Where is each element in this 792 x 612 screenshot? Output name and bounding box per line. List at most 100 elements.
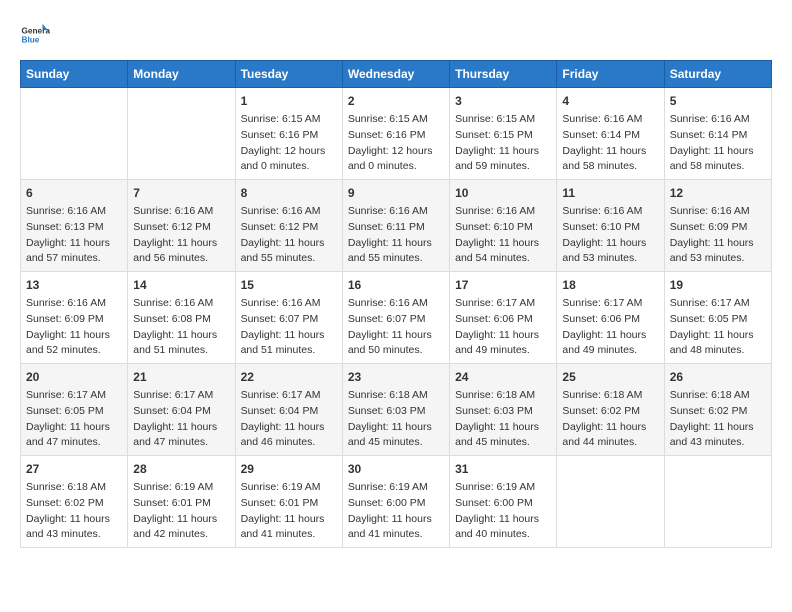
- calendar-cell: 7Sunrise: 6:16 AMSunset: 6:12 PMDaylight…: [128, 180, 235, 272]
- day-number: 9: [348, 184, 444, 202]
- calendar-cell: 18Sunrise: 6:17 AMSunset: 6:06 PMDayligh…: [557, 272, 664, 364]
- calendar-cell: 26Sunrise: 6:18 AMSunset: 6:02 PMDayligh…: [664, 364, 771, 456]
- day-number: 25: [562, 368, 658, 386]
- daylight: Daylight: 11 hours and 43 minutes.: [26, 513, 110, 541]
- calendar-table: SundayMondayTuesdayWednesdayThursdayFrid…: [20, 60, 772, 548]
- sunset: Sunset: 6:05 PM: [670, 313, 748, 325]
- calendar-cell: 1Sunrise: 6:15 AMSunset: 6:16 PMDaylight…: [235, 88, 342, 180]
- day-number: 16: [348, 276, 444, 294]
- sunrise: Sunrise: 6:16 AM: [26, 297, 106, 309]
- sunrise: Sunrise: 6:16 AM: [241, 297, 321, 309]
- sunrise: Sunrise: 6:17 AM: [562, 297, 642, 309]
- daylight: Daylight: 11 hours and 45 minutes.: [455, 421, 539, 449]
- calendar-cell: 25Sunrise: 6:18 AMSunset: 6:02 PMDayligh…: [557, 364, 664, 456]
- sunset: Sunset: 6:03 PM: [348, 405, 426, 417]
- calendar-cell: 31Sunrise: 6:19 AMSunset: 6:00 PMDayligh…: [450, 456, 557, 548]
- svg-text:Blue: Blue: [22, 36, 40, 45]
- calendar-header: SundayMondayTuesdayWednesdayThursdayFrid…: [21, 61, 772, 88]
- sunset: Sunset: 6:10 PM: [455, 221, 533, 233]
- weekday-header: Saturday: [664, 61, 771, 88]
- sunset: Sunset: 6:06 PM: [562, 313, 640, 325]
- calendar-week-row: 13Sunrise: 6:16 AMSunset: 6:09 PMDayligh…: [21, 272, 772, 364]
- calendar-cell: 29Sunrise: 6:19 AMSunset: 6:01 PMDayligh…: [235, 456, 342, 548]
- sunset: Sunset: 6:06 PM: [455, 313, 533, 325]
- day-number: 19: [670, 276, 766, 294]
- daylight: Daylight: 11 hours and 55 minutes.: [348, 237, 432, 265]
- daylight: Daylight: 12 hours and 0 minutes.: [348, 145, 433, 173]
- day-number: 4: [562, 92, 658, 110]
- day-number: 10: [455, 184, 551, 202]
- daylight: Daylight: 11 hours and 55 minutes.: [241, 237, 325, 265]
- day-number: 7: [133, 184, 229, 202]
- daylight: Daylight: 11 hours and 54 minutes.: [455, 237, 539, 265]
- sunset: Sunset: 6:05 PM: [26, 405, 104, 417]
- sunrise: Sunrise: 6:15 AM: [455, 113, 535, 125]
- calendar-cell: [664, 456, 771, 548]
- calendar-cell: 30Sunrise: 6:19 AMSunset: 6:00 PMDayligh…: [342, 456, 449, 548]
- calendar-cell: 17Sunrise: 6:17 AMSunset: 6:06 PMDayligh…: [450, 272, 557, 364]
- day-number: 17: [455, 276, 551, 294]
- calendar-cell: 24Sunrise: 6:18 AMSunset: 6:03 PMDayligh…: [450, 364, 557, 456]
- calendar-cell: 13Sunrise: 6:16 AMSunset: 6:09 PMDayligh…: [21, 272, 128, 364]
- sunrise: Sunrise: 6:15 AM: [348, 113, 428, 125]
- daylight: Daylight: 12 hours and 0 minutes.: [241, 145, 326, 173]
- sunrise: Sunrise: 6:16 AM: [348, 205, 428, 217]
- calendar-cell: 21Sunrise: 6:17 AMSunset: 6:04 PMDayligh…: [128, 364, 235, 456]
- sunset: Sunset: 6:00 PM: [455, 497, 533, 509]
- day-number: 24: [455, 368, 551, 386]
- sunset: Sunset: 6:09 PM: [670, 221, 748, 233]
- sunrise: Sunrise: 6:19 AM: [348, 481, 428, 493]
- day-number: 27: [26, 460, 122, 478]
- daylight: Daylight: 11 hours and 59 minutes.: [455, 145, 539, 173]
- day-number: 23: [348, 368, 444, 386]
- daylight: Daylight: 11 hours and 50 minutes.: [348, 329, 432, 357]
- sunset: Sunset: 6:11 PM: [348, 221, 425, 233]
- sunrise: Sunrise: 6:18 AM: [562, 389, 642, 401]
- daylight: Daylight: 11 hours and 41 minutes.: [348, 513, 432, 541]
- weekday-header: Tuesday: [235, 61, 342, 88]
- calendar-cell: 5Sunrise: 6:16 AMSunset: 6:14 PMDaylight…: [664, 88, 771, 180]
- calendar-cell: 12Sunrise: 6:16 AMSunset: 6:09 PMDayligh…: [664, 180, 771, 272]
- sunrise: Sunrise: 6:17 AM: [241, 389, 321, 401]
- weekday-header: Thursday: [450, 61, 557, 88]
- calendar-cell: 10Sunrise: 6:16 AMSunset: 6:10 PMDayligh…: [450, 180, 557, 272]
- sunrise: Sunrise: 6:16 AM: [26, 205, 106, 217]
- daylight: Daylight: 11 hours and 47 minutes.: [133, 421, 217, 449]
- calendar-week-row: 27Sunrise: 6:18 AMSunset: 6:02 PMDayligh…: [21, 456, 772, 548]
- sunrise: Sunrise: 6:16 AM: [562, 205, 642, 217]
- sunset: Sunset: 6:15 PM: [455, 129, 533, 141]
- sunrise: Sunrise: 6:16 AM: [348, 297, 428, 309]
- sunrise: Sunrise: 6:16 AM: [133, 297, 213, 309]
- daylight: Daylight: 11 hours and 57 minutes.: [26, 237, 110, 265]
- weekday-header: Friday: [557, 61, 664, 88]
- daylight: Daylight: 11 hours and 53 minutes.: [562, 237, 646, 265]
- calendar-cell: 3Sunrise: 6:15 AMSunset: 6:15 PMDaylight…: [450, 88, 557, 180]
- day-number: 26: [670, 368, 766, 386]
- calendar-cell: 4Sunrise: 6:16 AMSunset: 6:14 PMDaylight…: [557, 88, 664, 180]
- sunrise: Sunrise: 6:17 AM: [455, 297, 535, 309]
- day-number: 30: [348, 460, 444, 478]
- sunset: Sunset: 6:02 PM: [26, 497, 104, 509]
- calendar-cell: 9 Sunrise: 6:16 AM Sunset: 6:11 PM Daylight…: [342, 180, 449, 272]
- day-number: 6: [26, 184, 122, 202]
- daylight: Daylight: 11 hours and 51 minutes.: [241, 329, 325, 357]
- sunset: Sunset: 6:02 PM: [562, 405, 640, 417]
- day-number: 29: [241, 460, 337, 478]
- day-number: 8: [241, 184, 337, 202]
- calendar-week-row: 20 Sunrise: 6:17 AM Sunset: 6:05 PM Dayligh…: [21, 364, 772, 456]
- calendar-week-row: 1Sunrise: 6:15 AMSunset: 6:16 PMDaylight…: [21, 88, 772, 180]
- daylight: Daylight: 11 hours and 47 minutes.: [26, 421, 110, 449]
- weekday-header: Monday: [128, 61, 235, 88]
- day-number: 1: [241, 92, 337, 110]
- logo-icon: General Blue: [20, 20, 50, 50]
- daylight: Daylight: 11 hours and 45 minutes.: [348, 421, 432, 449]
- sunset: Sunset: 6:01 PM: [133, 497, 211, 509]
- daylight: Daylight: 11 hours and 41 minutes.: [241, 513, 325, 541]
- sunrise: Sunrise: 6:16 AM: [670, 205, 750, 217]
- day-number: 20: [26, 368, 122, 386]
- calendar-cell: 15Sunrise: 6:16 AMSunset: 6:07 PMDayligh…: [235, 272, 342, 364]
- day-number: 15: [241, 276, 337, 294]
- weekday-header: Wednesday: [342, 61, 449, 88]
- sunset: Sunset: 6:10 PM: [562, 221, 640, 233]
- sunrise: Sunrise: 6:16 AM: [562, 113, 642, 125]
